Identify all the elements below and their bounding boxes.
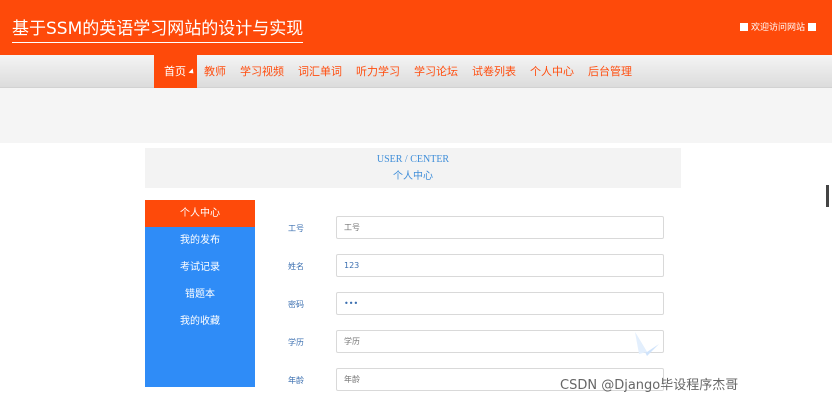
square-icon [739,22,748,31]
form-row-password: 密码 [288,292,668,330]
section-title-en: USER / CENTER [376,154,450,165]
education-label: 学历 [288,338,304,347]
sidebar-item-wrong-questions[interactable]: 错题本 [145,281,255,308]
section-title-cn: 个人中心 [393,171,433,182]
form-row-employee-id: 工号 [288,216,668,254]
welcome-text: 欢迎访问网站 [750,23,805,33]
nav-item-user-center[interactable]: 个人中心 [523,55,581,88]
nav-item-papers[interactable]: 试卷列表 [465,55,523,88]
employee-id-label: 工号 [288,224,304,233]
name-input[interactable] [336,254,664,277]
education-input[interactable] [336,330,664,353]
sidebar-item-user-center[interactable]: 个人中心 [145,200,255,227]
password-label: 密码 [288,300,304,309]
form-row-education: 学历 [288,330,668,368]
banner [0,88,832,143]
nav-item-admin[interactable]: 后台管理 [581,55,639,88]
employee-id-input[interactable] [336,216,664,239]
name-label: 姓名 [288,262,304,271]
sidebar: 个人中心 我的发布 考试记录 错题本 我的收藏 [145,200,255,387]
nav-item-home[interactable]: 首页 [154,55,197,88]
section-title: USER / CENTER 个人中心 [145,148,681,188]
nav-item-teacher[interactable]: 教师 [197,55,233,88]
sidebar-item-favorites[interactable]: 我的收藏 [145,308,255,335]
form-row-name: 姓名 [288,254,668,292]
nav-item-videos[interactable]: 学习视频 [233,55,291,88]
nav-list: 首页 教师 学习视频 词汇单词 听力学习 学习论坛 试卷列表 个人中心 后台管理 [154,55,639,88]
header: 基于SSM的英语学习网站的设计与实现 欢迎访问网站 [0,0,832,55]
play-arrow-icon [635,332,659,356]
site-title[interactable]: 基于SSM的英语学习网站的设计与实现 [12,14,304,43]
age-label: 年龄 [288,376,304,385]
sidebar-item-my-posts[interactable]: 我的发布 [145,227,255,254]
square-icon [808,22,816,31]
top-nav: 首页 教师 学习视频 词汇单词 听力学习 学习论坛 试卷列表 个人中心 后台管理 [0,55,832,88]
nav-item-listening[interactable]: 听力学习 [349,55,407,88]
pointer-cursor-icon [188,68,196,76]
page: 基于SSM的英语学习网站的设计与实现 欢迎访问网站 首页 教师 学习视频 词汇单… [0,0,832,405]
password-input[interactable] [336,292,664,315]
nav-item-forum[interactable]: 学习论坛 [407,55,465,88]
scrollbar-handle[interactable] [826,185,829,207]
sidebar-item-exam-records[interactable]: 考试记录 [145,254,255,281]
welcome-area: 欢迎访问网站 [739,20,816,33]
nav-item-vocabulary[interactable]: 词汇单词 [291,55,349,88]
csdn-watermark: CSDN @Django毕设程序杰哥 [560,378,739,393]
